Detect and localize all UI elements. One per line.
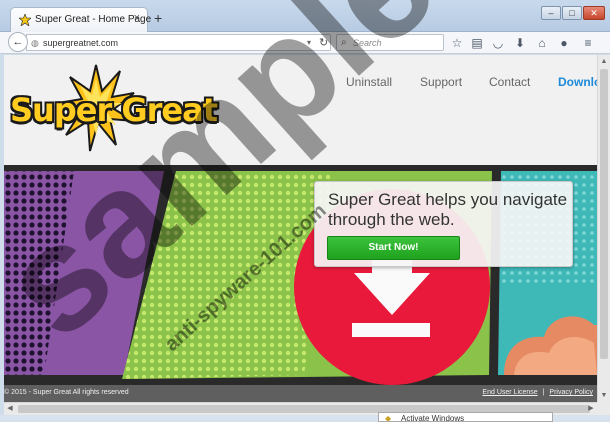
- new-tab-button[interactable]: +: [154, 10, 162, 26]
- menu-icon[interactable]: ≡: [580, 35, 596, 51]
- search-box[interactable]: ⌕ Search: [336, 34, 444, 51]
- vertical-scroll-thumb[interactable]: [600, 69, 608, 359]
- search-icon: ⌕: [341, 37, 347, 48]
- footer-copyright: © 2015 - Super Great All rights reserved: [4, 389, 129, 396]
- minimize-button[interactable]: –: [541, 6, 561, 20]
- url-text[interactable]: supergreatnet.com: [43, 38, 118, 48]
- scroll-up-icon[interactable]: ▲: [598, 55, 610, 68]
- downloads-icon[interactable]: ⬇: [512, 35, 528, 51]
- popup-text: Activate Windows: [401, 414, 465, 422]
- navigation-toolbar: ◍ supergreatnet.com ▾ ↻ ← ⌕ Search ☆ ▤ ◡…: [0, 32, 610, 54]
- scroll-right-icon[interactable]: ▶: [585, 403, 597, 415]
- browser-tab[interactable]: Super Great - Home Page ×: [10, 7, 151, 32]
- nav-support-link[interactable]: Support: [420, 75, 462, 89]
- url-dropdown-icon[interactable]: ▾: [307, 38, 311, 47]
- site-favicon-icon: [19, 14, 31, 26]
- activate-windows-popup[interactable]: ◆ Activate Windows: [378, 412, 553, 422]
- chat-icon[interactable]: ●: [556, 35, 572, 51]
- maximize-button[interactable]: □: [562, 6, 582, 20]
- logo-text[interactable]: Super Great: [10, 91, 218, 129]
- promo-card: Super Great helps you navigate through t…: [314, 181, 573, 267]
- promo-text: Super Great helps you navigate through t…: [328, 190, 568, 229]
- footer-links: End User License | Privacy Policy: [482, 389, 593, 396]
- bookmark-star-icon[interactable]: ☆: [449, 35, 465, 51]
- start-now-button[interactable]: Start Now!: [327, 236, 460, 260]
- title-bar: Super Great - Home Page × + – □ ✕: [0, 0, 610, 32]
- close-window-button[interactable]: ✕: [583, 6, 605, 20]
- scroll-down-icon[interactable]: ▼: [598, 389, 610, 402]
- home-icon[interactable]: ⌂: [534, 35, 550, 51]
- address-bar[interactable]: ◍ supergreatnet.com ▾ ↻: [26, 34, 331, 51]
- reload-icon[interactable]: ↻: [319, 36, 328, 49]
- web-page: Super Great Uninstall Support Contact Do…: [4, 55, 597, 402]
- pocket-icon[interactable]: ◡: [490, 35, 506, 51]
- eula-link[interactable]: End User License: [482, 389, 537, 396]
- nav-download-link[interactable]: Download: [558, 75, 597, 89]
- search-placeholder: Search: [353, 38, 382, 48]
- site-footer: © 2015 - Super Great All rights reserved…: [4, 385, 597, 402]
- bookmarks-list-icon[interactable]: ▤: [469, 35, 485, 51]
- windows-shield-icon: ◆: [385, 414, 392, 422]
- nav-uninstall-link[interactable]: Uninstall: [346, 75, 392, 89]
- back-button[interactable]: ←: [8, 32, 28, 52]
- nav-contact-link[interactable]: Contact: [489, 75, 530, 89]
- globe-icon: ◍: [31, 38, 39, 48]
- site-header: Super Great Uninstall Support Contact Do…: [4, 55, 597, 165]
- tab-close-icon[interactable]: ×: [134, 12, 140, 24]
- scrollbar-corner: [597, 402, 610, 415]
- footer-separator: |: [542, 389, 545, 396]
- vertical-scrollbar[interactable]: ▲ ▼: [597, 55, 610, 402]
- scroll-left-icon[interactable]: ◀: [4, 403, 16, 415]
- privacy-link[interactable]: Privacy Policy: [549, 389, 593, 396]
